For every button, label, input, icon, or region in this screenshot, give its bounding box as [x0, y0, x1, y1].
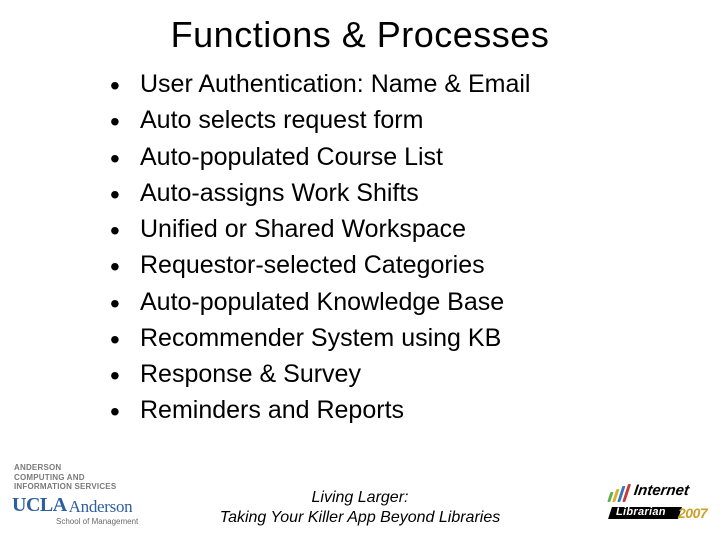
list-item: User Authentication: Name & Email [110, 66, 660, 102]
list-item: Reminders and Reports [110, 392, 660, 428]
il-internet: Internet [633, 482, 690, 499]
list-item: Auto-populated Course List [110, 139, 660, 175]
cis-line: ANDERSON [14, 463, 182, 472]
cis-line: COMPUTING AND [14, 473, 182, 482]
il-bottom: Librarian 2007 [610, 505, 710, 523]
bullet-list: User Authentication: Name & Email Auto s… [110, 66, 660, 429]
list-item: Auto-assigns Work Shifts [110, 175, 660, 211]
list-item: Auto selects request form [110, 102, 660, 138]
il-librarian: Librarian [616, 506, 666, 518]
slide-body: User Authentication: Name & Email Auto s… [0, 56, 720, 429]
slide: Functions & Processes User Authenticatio… [0, 0, 720, 540]
il-top: Internet [610, 482, 710, 504]
footer: ANDERSON COMPUTING AND INFORMATION SERVI… [0, 464, 720, 534]
list-item: Auto-populated Knowledge Base [110, 284, 660, 320]
list-item: Recommender System using KB [110, 320, 660, 356]
il-year: 2007 [678, 505, 707, 521]
cis-label: ANDERSON COMPUTING AND INFORMATION SERVI… [14, 463, 182, 491]
list-item: Requestor-selected Categories [110, 247, 660, 283]
internet-librarian-logo: Internet Librarian 2007 [610, 482, 710, 524]
list-item: Response & Survey [110, 356, 660, 392]
slide-title: Functions & Processes [0, 0, 720, 56]
list-item: Unified or Shared Workspace [110, 211, 660, 247]
bars-icon [607, 485, 631, 502]
